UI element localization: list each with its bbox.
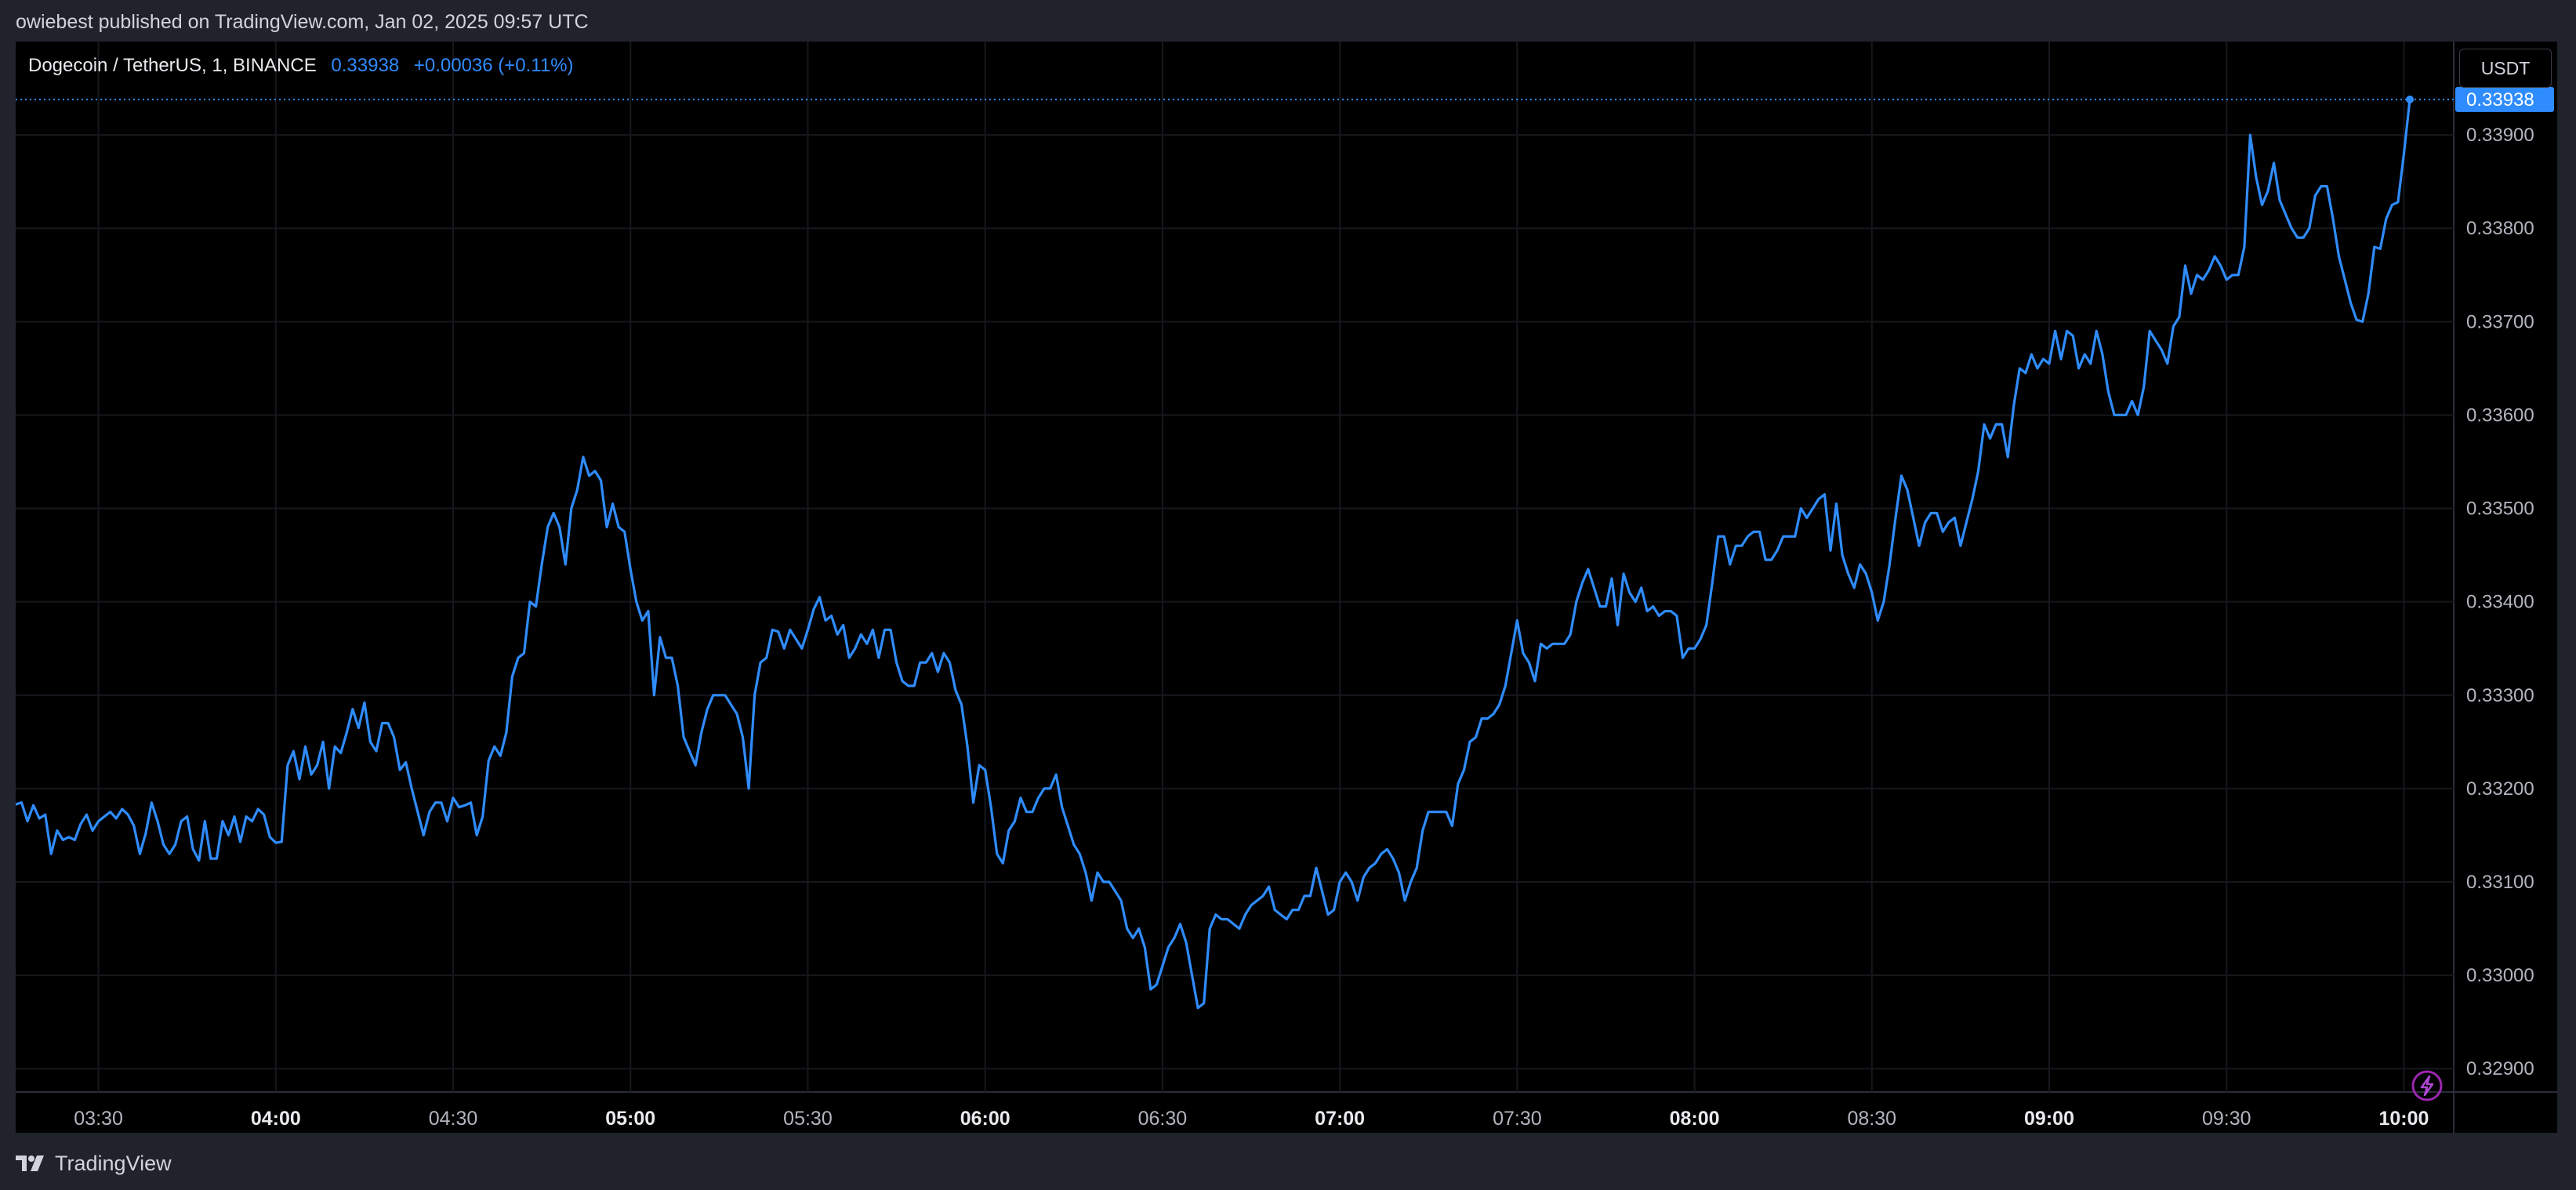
x-tick-label: 06:30 bbox=[1138, 1108, 1188, 1130]
publication-header: owiebest published on TradingView.com, J… bbox=[16, 11, 589, 33]
y-tick-label: 0.33300 bbox=[2466, 685, 2534, 706]
x-tick-label: 08:30 bbox=[1848, 1108, 1897, 1130]
last-price-tag-label: 0.33938 bbox=[2466, 89, 2534, 111]
y-tick-label: 0.33000 bbox=[2466, 965, 2534, 986]
brand-name: TradingView bbox=[55, 1151, 172, 1175]
price-series bbox=[16, 98, 2411, 1010]
x-tick-label: 08:00 bbox=[1670, 1108, 1720, 1130]
x-tick-label: 04:30 bbox=[429, 1108, 478, 1130]
x-tick-label: 07:30 bbox=[1493, 1108, 1542, 1130]
price-axis[interactable]: 0.32900 0.33000 0.33100 0.33200 0.33300 0.334… bbox=[2466, 125, 2534, 1079]
x-tick-label: 03:30 bbox=[74, 1108, 123, 1130]
y-tick-label: 0.33500 bbox=[2466, 499, 2534, 520]
price-change-value: +0.00036 (+0.11%) bbox=[413, 55, 574, 76]
x-tick-label: 09:00 bbox=[2024, 1108, 2074, 1130]
symbol-name: Dogecoin / TetherUS, 1, BINANCE bbox=[28, 55, 317, 76]
price-chart[interactable]: 0.32900 0.33000 0.33100 0.33200 0.33300 0.334… bbox=[16, 42, 2557, 1133]
tradingview-logo[interactable]: TradingView bbox=[16, 1148, 172, 1179]
tradingview-logo-icon bbox=[16, 1156, 44, 1171]
x-tick-label: 10:00 bbox=[2378, 1108, 2429, 1130]
y-tick-label: 0.33100 bbox=[2466, 872, 2534, 893]
chart-area[interactable]: 0.32900 0.33000 0.33100 0.33200 0.33300 0.334… bbox=[16, 42, 2557, 1133]
price-line bbox=[16, 98, 2411, 1010]
x-tick-label: 09:30 bbox=[2202, 1108, 2251, 1130]
currency-button[interactable]: USDT bbox=[2459, 49, 2552, 88]
y-tick-label: 0.33700 bbox=[2466, 311, 2534, 332]
x-tick-label: 07:00 bbox=[1315, 1108, 1365, 1130]
y-tick-label: 0.32900 bbox=[2466, 1058, 2534, 1079]
y-tick-label: 0.33200 bbox=[2466, 778, 2534, 800]
x-tick-label: 06:00 bbox=[960, 1108, 1010, 1130]
last-price-overlay: 0.33938 bbox=[16, 86, 2554, 112]
last-price-value: 0.33938 bbox=[331, 55, 400, 76]
symbol-legend[interactable]: Dogecoin / TetherUS, 1, BINANCE 0.33938 … bbox=[28, 55, 574, 77]
grid-lines bbox=[16, 42, 2557, 1133]
y-tick-label: 0.33900 bbox=[2466, 125, 2534, 146]
time-axis[interactable]: 03:30 04:00 04:30 05:00 05:30 06:00 06:30 07:00… bbox=[74, 1108, 2429, 1130]
x-tick-label: 04:00 bbox=[251, 1108, 301, 1130]
x-tick-label: 05:30 bbox=[783, 1108, 833, 1130]
x-tick-label: 05:00 bbox=[605, 1108, 655, 1130]
last-point-marker bbox=[2406, 95, 2414, 103]
y-tick-label: 0.33800 bbox=[2466, 218, 2534, 239]
lightning-icon[interactable] bbox=[2411, 1070, 2443, 1101]
y-tick-label: 0.33600 bbox=[2466, 405, 2534, 426]
y-tick-label: 0.33400 bbox=[2466, 592, 2534, 613]
